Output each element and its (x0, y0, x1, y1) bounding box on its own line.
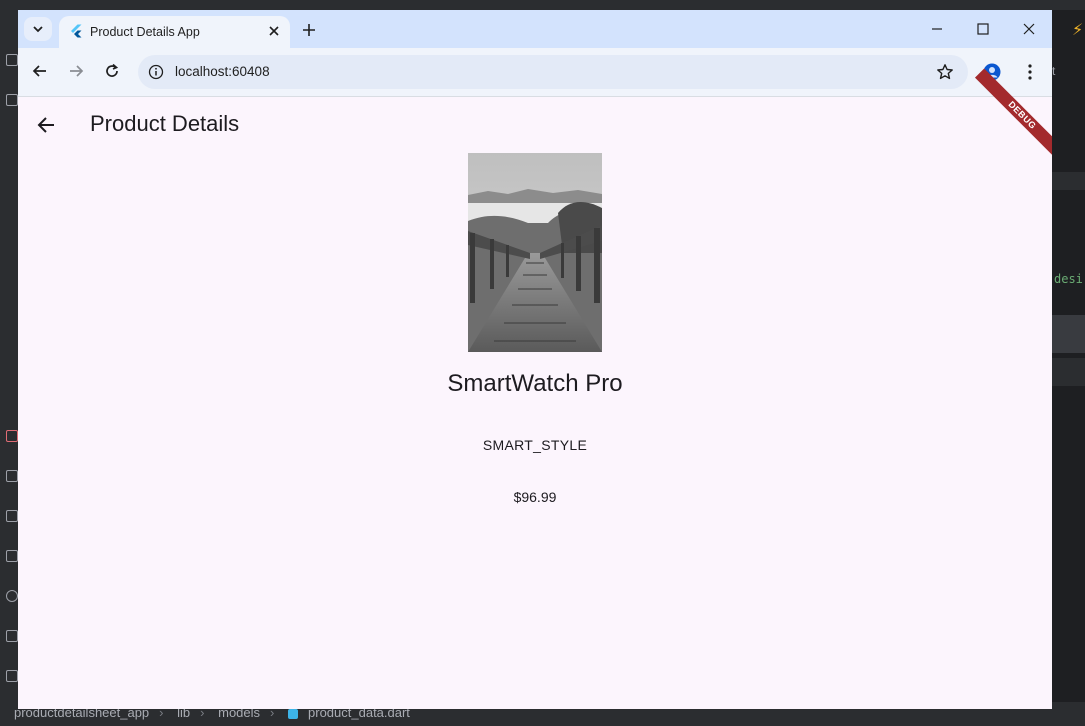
address-bar[interactable]: localhost:60408 (138, 55, 968, 89)
browser-window: Product Details App localhost:60408 Prod… (18, 10, 1052, 709)
window-close-icon[interactable] (1019, 19, 1039, 39)
product-image (468, 153, 602, 352)
flutter-logo-icon (71, 24, 82, 38)
product-brand: SMART_STYLE (482, 437, 588, 453)
chevron-down-icon (33, 26, 43, 33)
ide-top-bar (0, 0, 1085, 10)
back-icon[interactable] (31, 62, 49, 80)
file-icon[interactable] (6, 470, 18, 482)
boardwalk-photo (468, 153, 602, 352)
lightning-icon[interactable]: ⚡ (1072, 20, 1083, 40)
ide-tab-fragment: t (1052, 64, 1056, 78)
info-icon[interactable] (148, 64, 164, 80)
browser-toolbar: localhost:60408 (18, 48, 1052, 97)
minimize-icon[interactable] (927, 19, 947, 39)
tab-product-details[interactable]: Product Details App (59, 16, 290, 48)
product-name: SmartWatch Pro (447, 370, 623, 397)
forward-icon[interactable] (67, 62, 85, 80)
url-text: localhost:60408 (175, 64, 270, 79)
plugin-icon[interactable] (6, 510, 18, 522)
terminal-icon[interactable] (6, 630, 18, 642)
tab-search-button[interactable] (24, 17, 52, 41)
page-title: Product Details (90, 111, 240, 136)
ide-tool-window-bar (0, 10, 18, 710)
app-viewport: Product Details DEBUG SmartWatch Pro SMA… (18, 68, 1052, 709)
maximize-icon[interactable] (973, 19, 993, 39)
product-price: $96.99 (513, 489, 557, 505)
tab-strip: Product Details App (18, 10, 1052, 48)
tab-title: Product Details App (90, 25, 200, 39)
project-icon[interactable] (6, 54, 18, 66)
arrow-left-icon[interactable] (35, 114, 57, 136)
run-icon[interactable] (6, 430, 18, 442)
star-icon[interactable] (936, 63, 954, 81)
more-vert-icon[interactable] (1021, 63, 1039, 81)
code-fragment: desi (1054, 272, 1083, 286)
git-icon[interactable] (6, 590, 18, 602)
dart-file-icon (288, 708, 299, 719)
list-icon[interactable] (6, 550, 18, 562)
structure-icon[interactable] (6, 94, 18, 106)
problems-icon[interactable] (6, 670, 18, 682)
plus-icon[interactable] (299, 20, 319, 40)
ide-editor-edge: ⚡ t desi (1052, 10, 1085, 710)
close-icon[interactable] (266, 23, 282, 39)
reload-icon[interactable] (103, 62, 121, 80)
